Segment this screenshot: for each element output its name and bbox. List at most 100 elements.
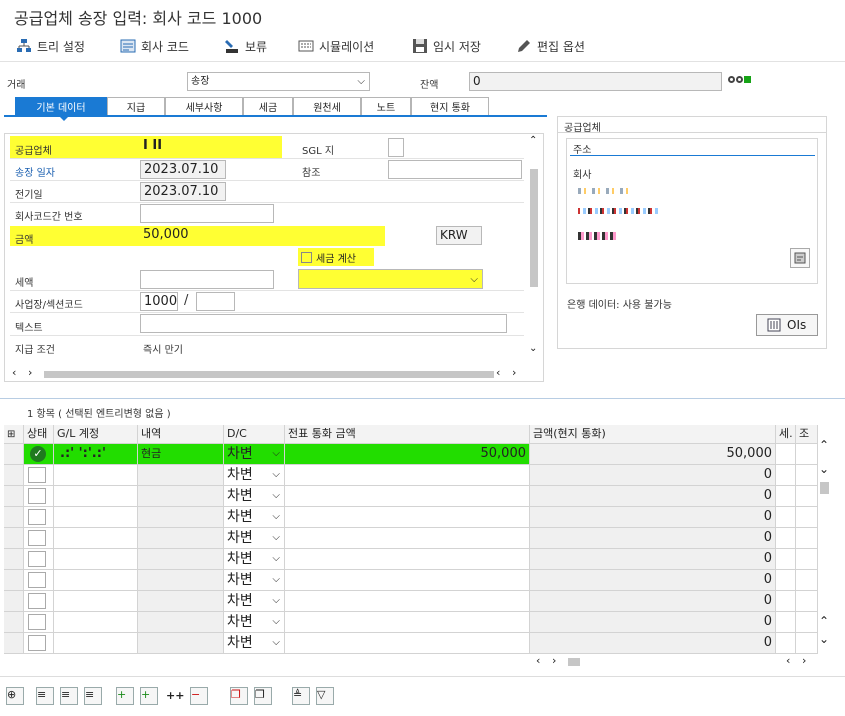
park-button[interactable]: 임시 저장 xyxy=(412,36,481,56)
panel-hscroll[interactable]: ‹ › ‹ › xyxy=(10,366,522,380)
dc-select[interactable]: 차변 ⌵ xyxy=(224,633,285,654)
tab-withholding[interactable]: 원천세 xyxy=(293,97,361,115)
grid-scroll-thumb[interactable] xyxy=(820,482,829,494)
col-header-description[interactable]: 내역 xyxy=(138,425,224,444)
row-selector[interactable] xyxy=(4,633,24,654)
tab-tax[interactable]: 세금 xyxy=(243,97,293,115)
tax-cell[interactable] xyxy=(776,486,796,507)
tax-cell[interactable] xyxy=(776,612,796,633)
doc-amount-cell[interactable] xyxy=(285,612,530,633)
tax-cell[interactable] xyxy=(776,465,796,486)
scroll-thumb[interactable] xyxy=(530,169,538,287)
dc-select[interactable]: 차변 ⌵ xyxy=(224,507,285,528)
tax-cell[interactable] xyxy=(776,549,796,570)
tab-local-currency[interactable]: 현지 통화 xyxy=(411,97,489,115)
insert-row-button[interactable]: + xyxy=(140,687,158,705)
address-detail-button[interactable] xyxy=(790,248,810,268)
gl-account-cell[interactable] xyxy=(54,507,138,528)
gl-account-cell[interactable] xyxy=(54,570,138,591)
paste-button[interactable]: ❐ xyxy=(254,687,272,705)
tax-amount-field[interactable] xyxy=(140,270,274,289)
dc-select[interactable]: 차변 ⌵ xyxy=(224,591,285,612)
dc-select[interactable]: 차변 ⌵ xyxy=(224,570,285,591)
tax-code-select[interactable]: ⌵ xyxy=(298,269,483,289)
row-selector[interactable] xyxy=(4,507,24,528)
select-all-button[interactable]: ≡ xyxy=(36,687,54,705)
assignment-cell[interactable] xyxy=(796,507,818,528)
delete-row-button[interactable]: − xyxy=(190,687,208,705)
ois-button[interactable]: OIs xyxy=(756,314,818,336)
select-block-button[interactable]: ≡ xyxy=(60,687,78,705)
deselect-button[interactable]: ≡ xyxy=(84,687,102,705)
row-selector[interactable] xyxy=(4,444,24,465)
gl-account-cell[interactable] xyxy=(54,465,138,486)
hscroll-thumb[interactable] xyxy=(44,371,494,378)
tab-payment[interactable]: 지급 xyxy=(107,97,165,115)
col-header-local-amount[interactable]: 금액(현지 통화) xyxy=(530,425,776,444)
text-field[interactable] xyxy=(140,314,507,333)
dc-select[interactable]: 차변 ⌵ xyxy=(224,612,285,633)
grid-hscroll[interactable]: ‹ › ‹ › xyxy=(530,654,820,669)
row-selector[interactable] xyxy=(4,528,24,549)
assignment-cell[interactable] xyxy=(796,444,818,465)
posting-date-field[interactable]: 2023.07.10 xyxy=(140,182,226,201)
grid-vscroll[interactable]: ⌃ ⌄ ⌃ ⌄ xyxy=(818,438,830,654)
gl-account-cell[interactable] xyxy=(54,633,138,654)
doc-amount-cell[interactable] xyxy=(285,570,530,591)
gl-account-cell[interactable] xyxy=(54,486,138,507)
hold-button[interactable]: 보류 xyxy=(224,36,267,56)
doc-amount-cell[interactable] xyxy=(285,507,530,528)
company-code-button[interactable]: 회사 코드 xyxy=(120,36,189,56)
doc-amount-cell[interactable] xyxy=(285,549,530,570)
tax-cell[interactable] xyxy=(776,444,796,465)
col-header-status[interactable]: 상태 xyxy=(24,425,54,444)
gl-account-cell[interactable] xyxy=(54,612,138,633)
assignment-cell[interactable] xyxy=(796,612,818,633)
copy-button[interactable]: ❐ xyxy=(230,687,248,705)
business-place-field[interactable]: 1000 xyxy=(140,292,178,311)
dc-select[interactable]: 차변 ⌵ xyxy=(224,549,285,570)
tax-cell[interactable] xyxy=(776,570,796,591)
assignment-cell[interactable] xyxy=(796,528,818,549)
doc-amount-cell[interactable] xyxy=(285,591,530,612)
insert-multiple-button[interactable]: ++ xyxy=(166,689,184,702)
transaction-select[interactable]: 송장 ⌵ xyxy=(187,72,370,91)
append-row-button[interactable]: + xyxy=(116,687,134,705)
invoice-date-field[interactable]: 2023.07.10 xyxy=(140,160,226,179)
tab-details[interactable]: 세부사항 xyxy=(165,97,243,115)
gl-account-cell[interactable]: .:' ':'.:' xyxy=(54,444,138,465)
table-settings-button[interactable]: ⊞ xyxy=(4,425,24,444)
row-selector[interactable] xyxy=(4,486,24,507)
edit-options-button[interactable]: 편집 옵션 xyxy=(516,36,585,56)
currency-field[interactable]: KRW xyxy=(436,226,482,245)
sort-button[interactable]: ≜ xyxy=(292,687,310,705)
simulate-button[interactable]: 시뮬레이션 xyxy=(298,36,374,56)
assignment-cell[interactable] xyxy=(796,465,818,486)
assignment-cell[interactable] xyxy=(796,591,818,612)
vendor-field[interactable]: I II xyxy=(140,137,215,156)
gl-account-cell[interactable] xyxy=(54,528,138,549)
assignment-cell[interactable] xyxy=(796,633,818,654)
col-header-dc[interactable]: D/C xyxy=(224,425,285,444)
amount-field[interactable]: 50,000 xyxy=(140,226,385,245)
assignment-cell[interactable] xyxy=(796,486,818,507)
tax-cell[interactable] xyxy=(776,633,796,654)
row-selector[interactable] xyxy=(4,465,24,486)
tab-notes[interactable]: 노트 xyxy=(361,97,411,115)
panel-vscroll[interactable]: ⌃ ⌄ xyxy=(528,135,540,365)
doc-amount-cell[interactable]: 50,000 xyxy=(285,444,530,465)
doc-amount-cell[interactable] xyxy=(285,465,530,486)
tab-basic-data[interactable]: 기본 데이터 xyxy=(15,97,107,115)
col-header-gl-account[interactable]: G/L 계정 xyxy=(54,425,138,444)
tax-cell[interactable] xyxy=(776,528,796,549)
assignment-cell[interactable] xyxy=(796,549,818,570)
col-header-assignment[interactable]: 조서 xyxy=(796,425,818,444)
details-button[interactable]: ⊕ xyxy=(6,687,24,705)
dc-select[interactable]: 차변 ⌵ xyxy=(224,528,285,549)
col-header-doc-amount[interactable]: 전표 통화 금액 xyxy=(285,425,530,444)
gl-account-cell[interactable] xyxy=(54,549,138,570)
tax-cell[interactable] xyxy=(776,507,796,528)
doc-amount-cell[interactable] xyxy=(285,486,530,507)
row-selector[interactable] xyxy=(4,570,24,591)
filter-button[interactable]: ▽ xyxy=(316,687,334,705)
